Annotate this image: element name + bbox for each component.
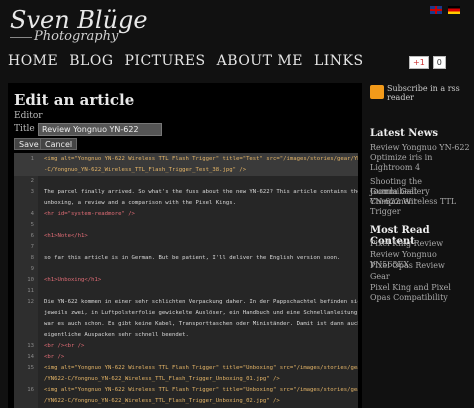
nav-blog[interactable]: BLOG bbox=[69, 53, 113, 69]
nav-about-me[interactable]: ABOUT ME bbox=[217, 53, 303, 69]
latest-news-heading: Latest News bbox=[370, 128, 438, 139]
code-text: /YN622-C/Yongnuo_YN-622_Wireless_TTL_Fla… bbox=[44, 398, 280, 404]
logo-divider-left bbox=[10, 37, 32, 38]
latest-news-item[interactable]: YN-622 Wireless TTL Trigger bbox=[370, 197, 470, 217]
editor-label: Editor bbox=[14, 111, 43, 121]
language-switcher bbox=[430, 6, 460, 14]
most-read-item[interactable]: Pixel King and Pixel Opas Compatibility bbox=[370, 283, 470, 303]
flag-en-icon[interactable] bbox=[430, 6, 442, 14]
nav-links[interactable]: LINKS bbox=[314, 53, 364, 69]
site-header: Sven Blüge Photography HOME BLOG PICTURE… bbox=[0, 0, 474, 80]
sidebar: Subscribe in a rss reader Latest News Re… bbox=[367, 80, 474, 408]
main-nav: HOME BLOG PICTURES ABOUT ME LINKS bbox=[8, 53, 364, 69]
title-input[interactable] bbox=[38, 123, 162, 136]
cancel-button[interactable]: Cancel bbox=[40, 138, 78, 150]
gplus-button[interactable]: +1 bbox=[409, 56, 429, 69]
page-title: Edit an article bbox=[14, 91, 135, 109]
nav-home[interactable]: HOME bbox=[8, 53, 58, 69]
most-read-item[interactable]: Pixel King Review bbox=[370, 239, 470, 249]
rss-icon[interactable] bbox=[370, 85, 384, 99]
social-buttons: +1 0 bbox=[409, 56, 446, 69]
code-editor[interactable]: 1 <img alt="Yongnuo YN-622 Wireless TTL F… bbox=[14, 153, 358, 408]
latest-news-item[interactable]: Review Yongnuo YN-622 bbox=[370, 143, 470, 153]
site-subtitle: Photography bbox=[34, 29, 119, 44]
latest-news-item[interactable]: Optimize iris in Lightroom 4 bbox=[370, 153, 470, 173]
most-read-item[interactable]: Pixel Opas Review bbox=[370, 261, 470, 271]
most-read-item[interactable]: Gear bbox=[370, 272, 470, 282]
rss-subscribe-link[interactable]: Subscribe in a rss reader bbox=[387, 84, 471, 102]
code-line: /YN622-C/Yongnuo_YN-622_Wireless_TTL_Fla… bbox=[14, 395, 358, 407]
nav-pictures[interactable]: PICTURES bbox=[125, 53, 206, 69]
flag-de-icon[interactable] bbox=[448, 6, 460, 14]
edit-article-panel: Edit an article Editor Title * Save Canc… bbox=[8, 83, 362, 408]
gplus-count: 0 bbox=[432, 56, 446, 69]
